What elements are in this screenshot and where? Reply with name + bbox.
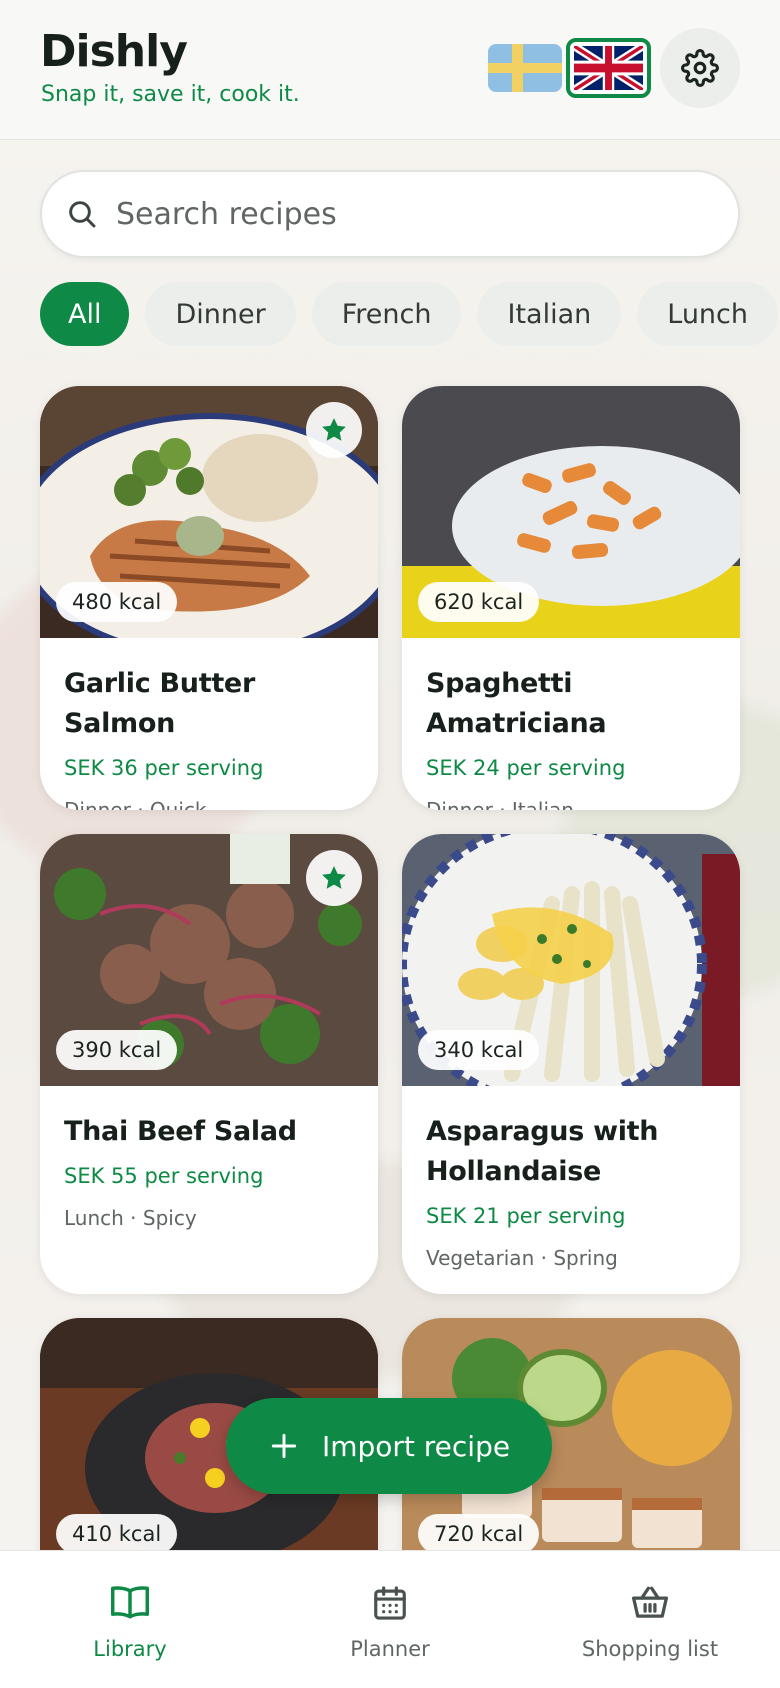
recipe-meta: Dinner · Quick [64,798,207,810]
recipe-card[interactable]: 340 kcal Asparagus with Hollandaise SEK … [402,834,740,1294]
favorite-button[interactable] [306,402,362,458]
recipe-title: Asparagus with Hollandaise [426,1116,659,1187]
app-title: Dishly [40,26,188,77]
kcal-badge: 720 kcal [418,1514,540,1554]
search-icon [69,201,96,228]
recipe-photo: 480 kcal [40,386,378,638]
nav-label: Library [93,1637,167,1661]
filter-chips: All Dinner French Italian Lunch [40,282,778,346]
recipe-card[interactable]: 620 kcal Spaghetti Amatriciana SEK 24 pe… [402,386,740,810]
recipe-price: SEK 55 per serving [64,1164,264,1188]
book-icon [110,1586,149,1619]
star-filled-icon [322,866,346,889]
recipe-title: Garlic Butter Salmon [64,668,255,739]
kcal-badge: 410 kcal [56,1514,178,1554]
chip-italian[interactable]: Italian [477,282,622,346]
recipe-card[interactable]: 390 kcal Thai Beef Salad SEK 55 per serv… [40,834,378,1294]
recipe-photo: 340 kcal [402,834,740,1086]
bottom-nav: Library Planner Shopping list [0,1550,780,1688]
basket-icon [632,1586,668,1618]
nav-item-library[interactable]: Library [0,1551,260,1688]
recipe-photo: 390 kcal [40,834,378,1086]
recipe-title: Thai Beef Salad [64,1116,297,1147]
settings-button[interactable] [660,28,740,108]
calendar-icon [374,1586,406,1620]
star-filled-icon [322,418,346,441]
language-english-button[interactable] [566,38,651,98]
chip-all[interactable]: All [40,282,130,346]
recipe-photo: 620 kcal [402,386,740,638]
import-recipe-button[interactable]: Import recipe [226,1398,552,1494]
nav-label: Planner [350,1637,430,1661]
recipe-meta: Lunch · Spicy [64,1206,197,1230]
recipe-title: Spaghetti Amatriciana [426,668,607,739]
nav-item-shopping-list[interactable]: Shopping list [520,1551,780,1688]
recipe-meta: Vegetarian · Spring [426,1246,618,1270]
search-bar[interactable] [40,170,740,258]
flag-sweden-icon[interactable] [488,44,562,92]
search-input[interactable] [116,196,696,232]
recipe-price: SEK 21 per serving [426,1204,626,1228]
app-tagline: Snap it, save it, cook it. [41,82,300,107]
kcal-badge: 340 kcal [418,1030,540,1070]
recipe-price: SEK 36 per serving [64,756,264,780]
gear-icon [681,49,719,87]
nav-item-planner[interactable]: Planner [260,1551,520,1688]
app-header: Dishly Snap it, save it, cook it. [0,0,780,140]
recipe-meta: Dinner · Italian [426,798,574,810]
import-recipe-label: Import recipe [321,1429,511,1463]
plus-icon [271,1433,297,1459]
kcal-badge: 620 kcal [418,582,540,622]
chip-lunch[interactable]: Lunch [637,282,778,346]
flag-uk-icon [574,46,643,90]
kcal-badge: 390 kcal [56,1030,178,1070]
recipe-card[interactable]: 480 kcal Garlic Butter Salmon SEK 36 per… [40,386,378,810]
chip-french[interactable]: French [311,282,462,346]
kcal-badge: 480 kcal [56,582,178,622]
favorite-button[interactable] [306,850,362,906]
nav-label: Shopping list [581,1637,719,1661]
recipe-price: SEK 24 per serving [426,756,626,780]
chip-dinner[interactable]: Dinner [145,282,296,346]
